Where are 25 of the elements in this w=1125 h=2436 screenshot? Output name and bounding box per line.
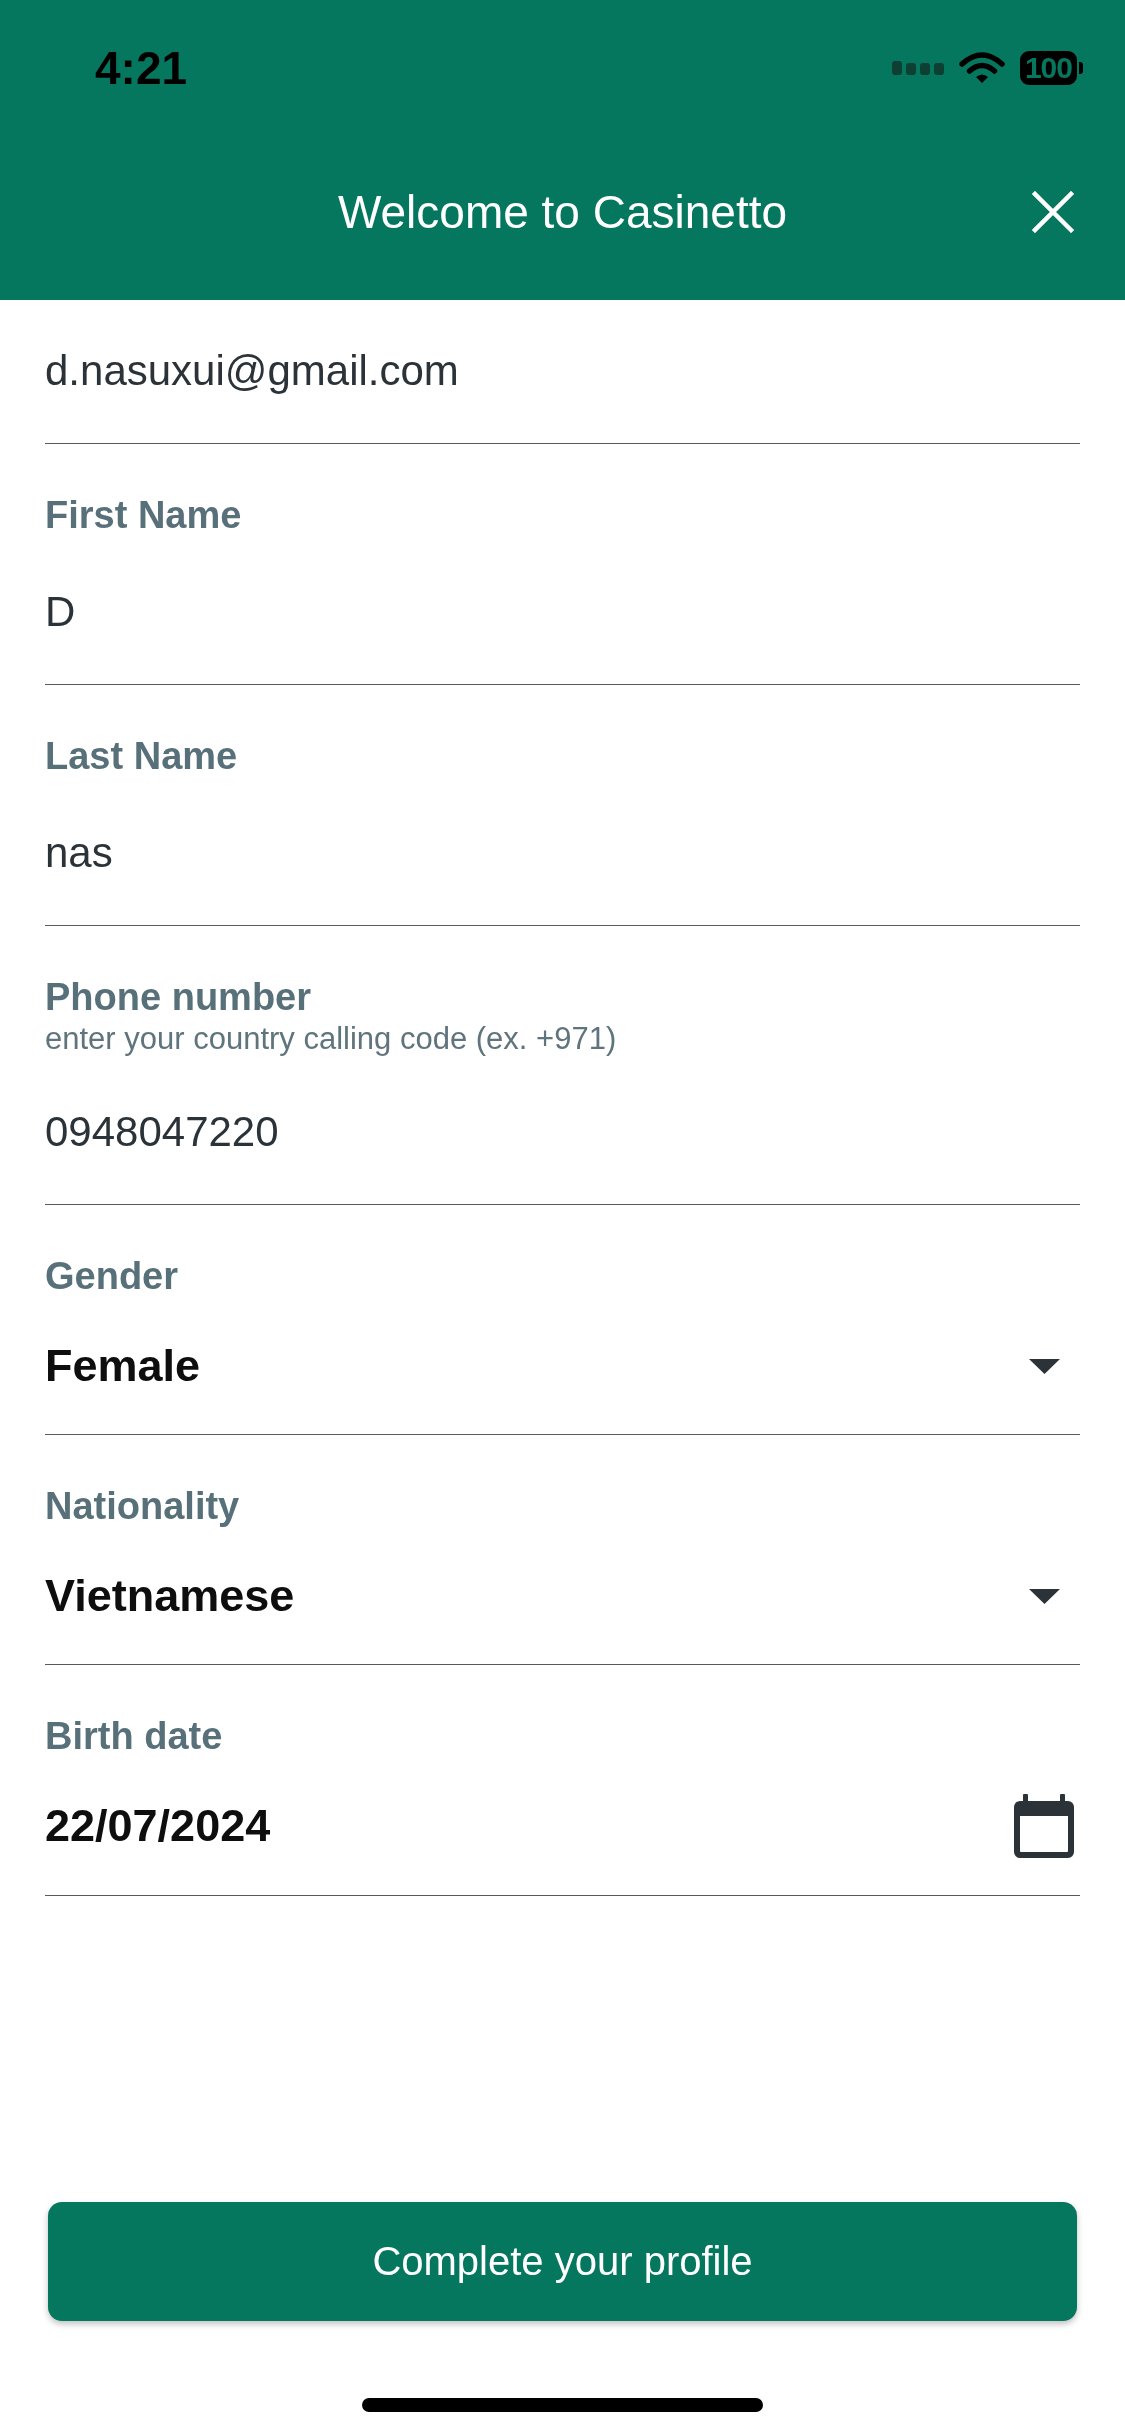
field-hint: enter your country calling code (ex. +971) [45,1020,618,1058]
caret-icon [1029,1358,1060,1374]
battery-indicator: 100 [1019,51,1083,85]
close-button[interactable] [1032,191,1074,233]
field-label: Last Name [45,734,239,779]
dropdown-field[interactable]: Vietnamese [45,1548,1080,1665]
submit-button[interactable]: Complete your profile [48,2202,1077,2321]
text-field[interactable]: 0948047220 [45,1084,1080,1205]
caret-icon [1029,1588,1060,1604]
calendar-icon[interactable] [1014,1794,1074,1858]
text-field[interactable]: d.nasuxui@gmail.com [45,323,1080,444]
wifi-icon [958,52,1005,84]
text-field[interactable]: D [45,564,1080,685]
text-field[interactable]: nas [45,805,1080,926]
field-label: Gender [45,1254,180,1299]
date-field[interactable]: 22/07/2024 [45,1778,1080,1896]
header-title: Welcome to Casinetto [337,185,788,239]
close-icon [1032,191,1074,233]
field-label: Phone number [45,975,313,1020]
field-label: Nationality [45,1484,241,1529]
dropdown-field[interactable]: Female [45,1318,1080,1435]
status-time: 4:21 [95,42,188,94]
field-label: Birth date [45,1714,224,1759]
field-label: First Name [45,493,243,538]
signal-icon [891,61,944,75]
